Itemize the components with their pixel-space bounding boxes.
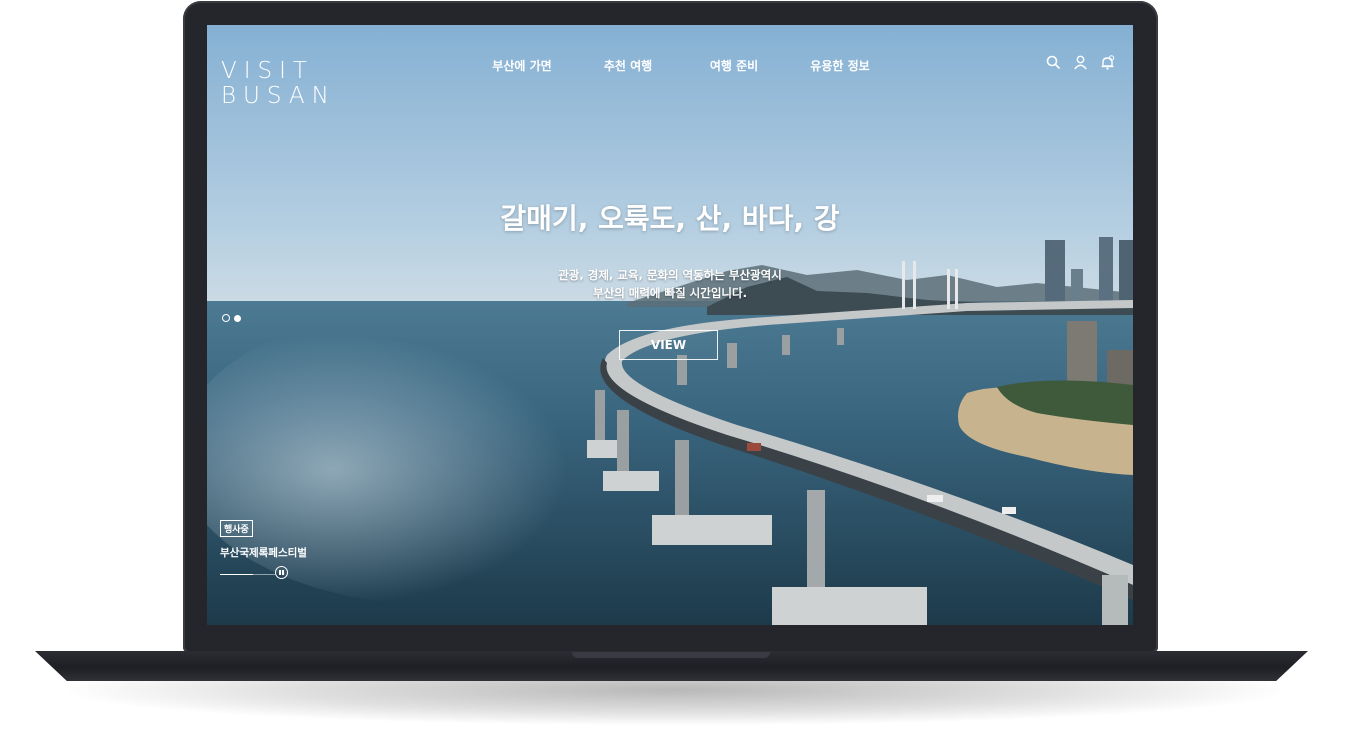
slide-pagination	[222, 314, 241, 322]
view-button[interactable]: VIEW	[619, 330, 718, 360]
event-title[interactable]: 부산국제록페스티벌	[220, 545, 307, 560]
event-progress-bar	[220, 574, 275, 575]
laptop-screen: VISIT BUSAN 부산에 가면 추천 여행 여행 준비 유용한 정보 갈매…	[207, 25, 1133, 625]
nav-item-recommended[interactable]: 추천 여행	[575, 57, 681, 74]
event-status-badge: 행사중	[220, 520, 253, 537]
user-icon[interactable]	[1073, 55, 1088, 70]
slide-dot-2[interactable]	[234, 314, 241, 322]
logo-line-2: BUSAN	[221, 83, 336, 109]
nav-item-prepare[interactable]: 여행 준비	[681, 57, 787, 74]
nav-item-busan[interactable]: 부산에 가면	[469, 57, 575, 74]
pause-icon-bar	[279, 570, 281, 575]
main-nav: 부산에 가면 추천 여행 여행 준비 유용한 정보	[469, 57, 893, 74]
event-progress-fill	[220, 574, 253, 575]
bell-icon[interactable]	[1100, 55, 1115, 70]
hero-background-image	[207, 25, 1133, 625]
site-logo[interactable]: VISIT BUSAN	[221, 59, 336, 109]
logo-line-1: VISIT	[221, 58, 314, 84]
slide-dot-1[interactable]	[222, 314, 230, 322]
hero-subtitle: 관광, 경제, 교육, 문화의 역동하는 부산광역시 부산의 매력에 빠질 시간…	[207, 266, 1133, 302]
hero-subtitle-line-1: 관광, 경제, 교육, 문화의 역동하는 부산광역시	[558, 268, 782, 282]
hero-subtitle-line-2: 부산의 매력에 빠질 시간입니다.	[593, 286, 747, 300]
pause-button[interactable]	[275, 566, 288, 579]
hero-title: 갈매기, 오륙도, 산, 바다, 강	[500, 202, 840, 235]
pause-icon-bar	[282, 570, 284, 575]
utility-menu	[1046, 55, 1115, 70]
search-icon[interactable]	[1046, 55, 1061, 70]
laptop-notch	[572, 652, 770, 658]
nav-item-info[interactable]: 유용한 정보	[787, 57, 893, 74]
